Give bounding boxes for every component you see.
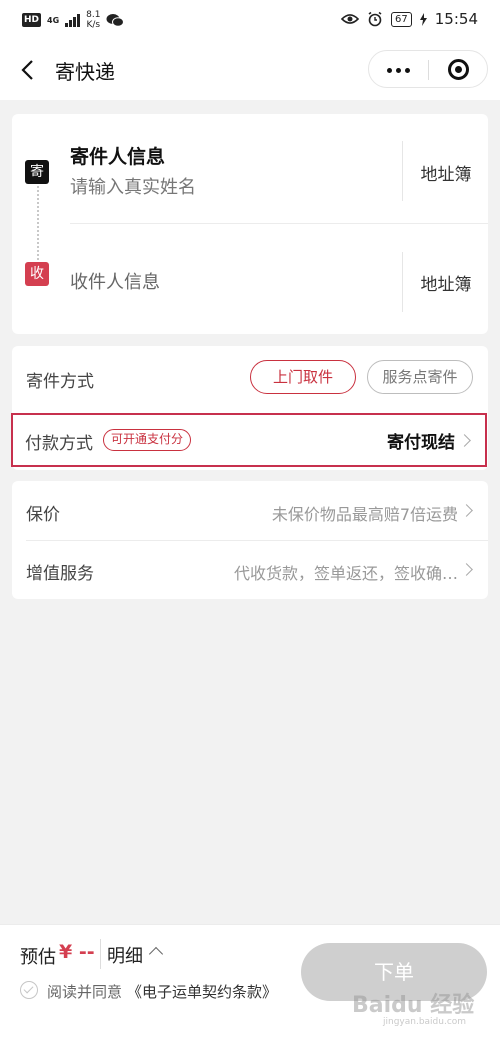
miniprogram-capsule — [368, 50, 488, 88]
value-added-services-label: 增值服务 — [26, 564, 94, 584]
page-title: 寄快递 — [55, 60, 115, 84]
route-line — [37, 186, 39, 260]
network-label: 4G — [47, 15, 60, 25]
sender-name-input[interactable]: 请输入真实姓名 — [70, 173, 196, 199]
divider — [402, 141, 403, 201]
status-left: HD 4G 8.1 K/s — [22, 10, 125, 30]
signal-icon — [65, 13, 81, 27]
insurance-value: 未保价物品最高赔7倍运费 — [271, 505, 458, 524]
door-pickup-option[interactable]: 上门取件 — [250, 360, 356, 394]
payscore-tag[interactable]: 可开通支付分 — [103, 429, 192, 451]
hd-badge: HD — [22, 13, 42, 27]
payment-method-row[interactable]: 付款方式 可开通支付分 寄付现结 — [11, 413, 487, 467]
nav-bar: 寄快递 — [0, 40, 500, 100]
sender-title: 寄件人信息 — [70, 146, 166, 168]
watermark-url: jingyan.baidu.com — [383, 1017, 467, 1027]
sender-address-book-button[interactable]: 地址簿 — [404, 160, 488, 185]
chevron-right-icon — [458, 434, 471, 447]
network-speed: 8.1 K/s — [86, 10, 100, 30]
wechat-icon — [106, 13, 125, 27]
close-miniprogram-button[interactable] — [429, 51, 488, 89]
clock: 15:54 — [434, 10, 478, 28]
watermark-logo: Baidu 经验 — [352, 993, 475, 1018]
shipping-method-label: 寄件方式 — [26, 372, 94, 392]
chevron-right-icon — [460, 563, 473, 576]
speed-unit: K/s — [86, 20, 101, 30]
value-added-services-value: 代收货款，签单返还，签收确… — [233, 564, 458, 583]
back-button[interactable] — [14, 54, 44, 86]
estimate-price: ¥ -- — [59, 941, 95, 963]
address-card: 寄 收 寄件人信息 请输入真实姓名 地址簿 收件人信息 地址簿 — [12, 114, 488, 334]
status-right: 67 15:54 — [341, 10, 478, 28]
divider — [100, 939, 101, 969]
payment-method-value: 寄付现结 — [387, 433, 455, 453]
speed-value: 8.1 — [86, 10, 101, 20]
eye-icon — [341, 14, 360, 24]
agree-checkbox[interactable] — [20, 981, 38, 999]
method-card: 寄件方式 上门取件 服务点寄件 付款方式 可开通支付分 寄付现结 — [11, 346, 488, 470]
sender-badge: 寄 — [25, 160, 49, 184]
estimate-label: 预估 — [20, 947, 56, 968]
divider — [70, 223, 488, 224]
receiver-address-book-button[interactable]: 地址簿 — [404, 270, 488, 295]
insurance-row[interactable]: 保价 未保价物品最高赔7倍运费 — [12, 481, 488, 540]
price-detail-button[interactable]: 明细 — [107, 942, 143, 968]
service-point-option[interactable]: 服务点寄件 — [367, 360, 473, 394]
chevron-right-icon — [460, 504, 473, 517]
more-button[interactable] — [369, 51, 428, 89]
agree-text: 阅读并同意 — [47, 983, 123, 1001]
receiver-badge: 收 — [25, 262, 49, 286]
charging-icon — [419, 12, 427, 26]
receiver-info-input[interactable]: 收件人信息 — [70, 268, 160, 294]
value-added-services-row[interactable]: 增值服务 代收货款，签单返还，签收确… — [12, 540, 488, 599]
waybill-terms-link[interactable]: 《电子运单契约条款》 — [127, 981, 277, 1002]
status-bar: HD 4G 8.1 K/s 67 15:54 — [0, 0, 500, 40]
alarm-icon — [368, 11, 382, 27]
payment-method-label: 付款方式 — [25, 434, 93, 454]
extras-card: 保价 未保价物品最高赔7倍运费 增值服务 代收货款，签单返还，签收确… — [12, 481, 488, 599]
insurance-label: 保价 — [26, 505, 60, 525]
bottom-bar: 预估 ¥ -- 明细 阅读并同意 《电子运单契约条款》 下单 Baidu 经验 … — [0, 924, 500, 1039]
battery-icon: 67 — [391, 11, 412, 27]
more-icon — [387, 67, 410, 73]
divider — [402, 252, 403, 312]
chevron-up-icon[interactable] — [148, 946, 164, 962]
back-icon — [21, 60, 33, 80]
